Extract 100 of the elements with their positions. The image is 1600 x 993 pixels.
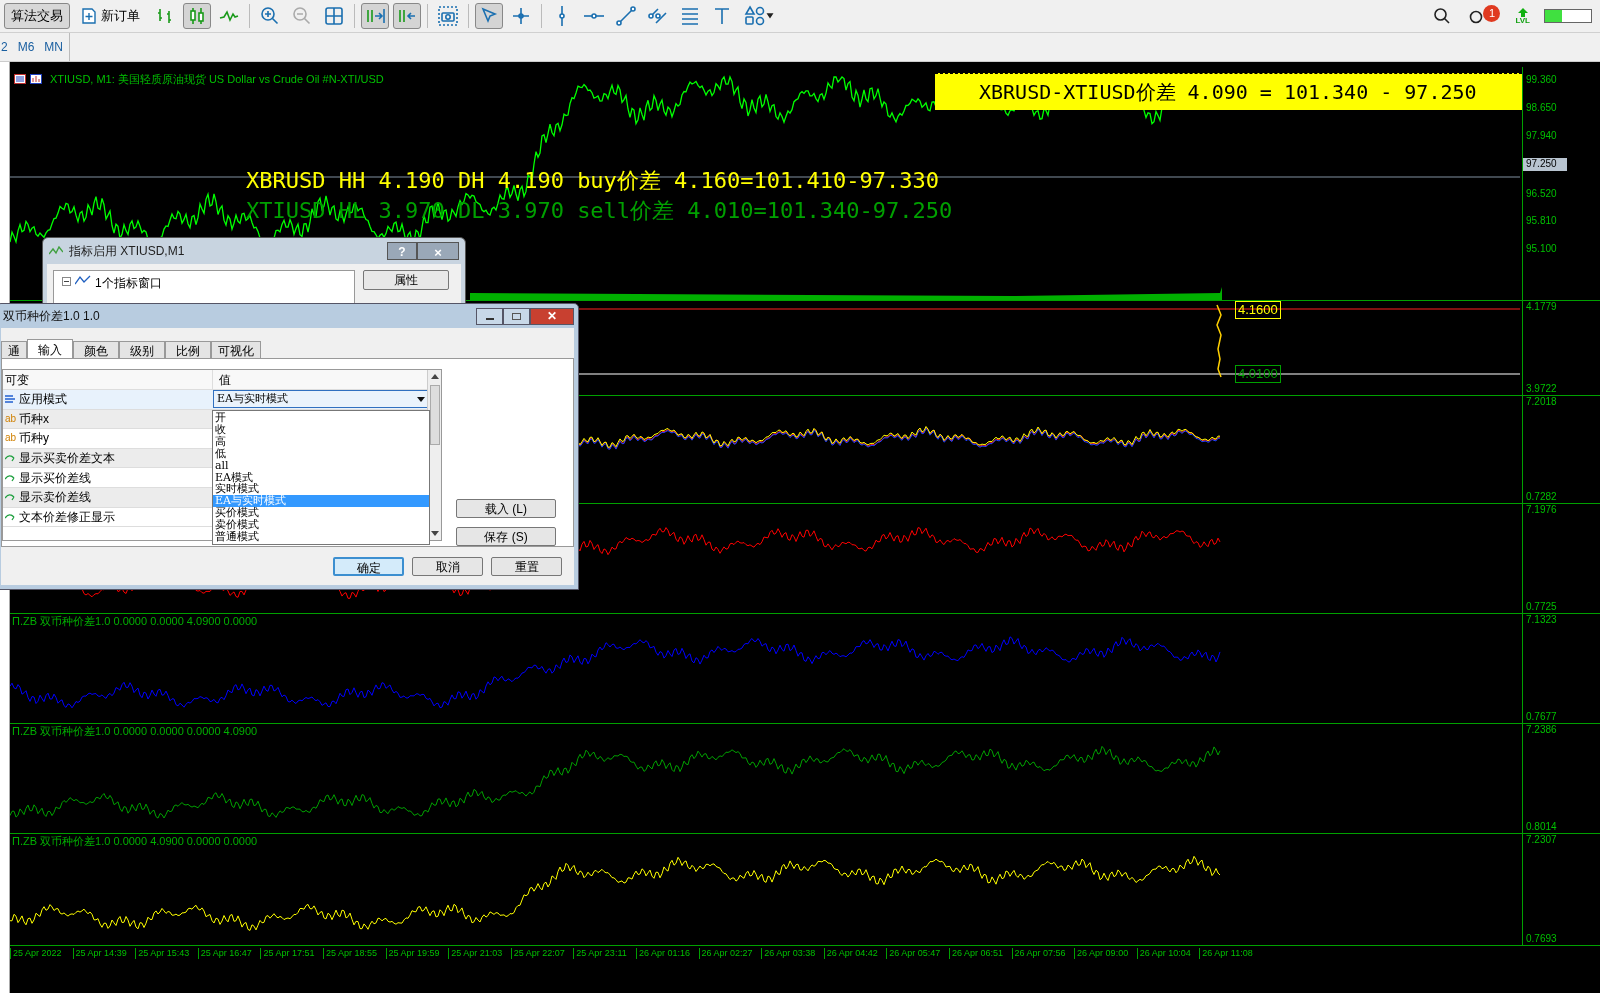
caret-icon (417, 396, 425, 402)
time-label: 26 Apr 11:08 (1199, 948, 1262, 960)
dropdown-option[interactable]: EA模式 (213, 471, 429, 484)
dropdown-option[interactable]: 卖价模式 (213, 519, 429, 532)
time-label: 26 Apr 07:56 (1011, 948, 1075, 960)
axis-label: 7.2307 (1526, 835, 1557, 845)
column-header: 可变 (3, 370, 213, 389)
close-button[interactable]: ✕ (530, 307, 574, 325)
indicator-icon (49, 246, 63, 256)
new-order-button[interactable]: 新订单 (74, 3, 147, 29)
vertical-line-icon (559, 6, 565, 26)
dialog-tab[interactable]: 颜色 (73, 341, 119, 358)
scrollbar-thumb[interactable] (429, 385, 440, 445)
chart-window-icon (30, 74, 42, 85)
notification-badge: 1 (1483, 5, 1501, 22)
chart-header: XTIUSD, M1: 美国轻质原油现货 US Dollar vs Crude Oil #N-XTI/USD (50, 72, 384, 87)
save-button[interactable]: 保存 (S) (456, 527, 556, 546)
dialog-tab[interactable]: 通 (1, 341, 27, 358)
dialog-tab[interactable]: 级别 (119, 341, 165, 358)
time-label: 25 Apr 22:07 (510, 948, 574, 960)
new-document-icon (81, 7, 97, 25)
dialog-button[interactable]: 取消 (412, 556, 483, 576)
arrow-icon (5, 472, 15, 483)
time-label: 26 Apr 04:42 (823, 948, 887, 960)
algo-trading-button[interactable]: 算法交易 (4, 3, 70, 29)
axis-label: 95.810 (1525, 216, 1558, 227)
dropdown-value: EA与实时模式 (217, 390, 288, 407)
timeframe-button[interactable]: M6 (17, 38, 35, 56)
minimize-button[interactable] (476, 307, 503, 325)
axis-label: 95.100 (1525, 244, 1558, 255)
value-dropdown[interactable]: EA与实时模式 (213, 390, 429, 408)
dropdown-option[interactable]: 开 (213, 412, 429, 424)
parameter-name: 币种y (19, 430, 49, 448)
time-label: 25 Apr 19:59 (385, 948, 449, 960)
crosshair-icon (510, 5, 532, 27)
time-label: 26 Apr 02:27 (698, 948, 762, 960)
dropdown-option[interactable]: 低 (213, 447, 429, 460)
parameter-name: 显示卖价差线 (19, 489, 91, 507)
parameter-name: 应用模式 (19, 391, 67, 409)
dialog-tab[interactable]: 比例 (165, 341, 211, 358)
buy-spread-label: 4.1600 (1235, 301, 1281, 320)
trend-line-icon (615, 5, 637, 27)
axis-label: 96.520 (1525, 188, 1558, 199)
zoom-out-icon (291, 5, 313, 27)
time-label: 25 Apr 2022 (10, 948, 73, 960)
axis-label: 0.7693 (1526, 934, 1557, 944)
time-label: 25 Apr 18:55 (322, 948, 386, 960)
chat-icon[interactable] (1469, 10, 1484, 24)
list-icon (5, 394, 15, 405)
dialog-button[interactable]: 重置 (491, 556, 562, 576)
scroll-up-icon[interactable] (430, 374, 439, 379)
zoom-in-icon (259, 5, 281, 27)
properties-button[interactable]: 属性 (363, 270, 449, 290)
time-label: 26 Apr 09:00 (1074, 948, 1137, 960)
dropdown-option[interactable]: 买价模式 (213, 507, 429, 520)
time-label: 26 Apr 10:04 (1136, 948, 1200, 960)
string-type-icon: ab (5, 433, 15, 444)
camera-icon (437, 5, 459, 27)
dialog-tab[interactable]: 可视化 (211, 341, 261, 358)
arrow-icon (5, 492, 15, 503)
axis-label: 0.8014 (1526, 822, 1557, 832)
dropdown-option[interactable]: 收 (213, 423, 429, 436)
axis-label: 7.2386 (1526, 725, 1557, 735)
dropdown-option[interactable]: 高 (213, 435, 429, 448)
lines-icon (679, 5, 701, 27)
dialog-tab[interactable]: 输入 (27, 339, 73, 359)
load-button[interactable]: 载入 (L) (456, 499, 556, 518)
timeframe-button[interactable]: 2 (1, 38, 8, 56)
indicator-label: Π.ZB 双币种价差1.0 0.0000 0.0000 0.0000 4.0900 (12, 726, 258, 737)
parameter-name: 显示买卖价差文本 (19, 450, 115, 468)
parameter-name: 文本价差修正显示 (19, 508, 115, 526)
time-label: 26 Apr 01:16 (635, 948, 699, 960)
toolbar-button[interactable] (475, 3, 503, 29)
axis-label: 99.360 (1525, 75, 1558, 85)
up-arrow-icon (1517, 7, 1528, 17)
dialog-button[interactable]: 确定 (333, 556, 404, 576)
dropdown-option[interactable]: 普通模式 (213, 531, 429, 543)
collapse-icon (62, 277, 71, 286)
time-label: 25 Apr 14:39 (72, 948, 136, 960)
timeframe-button[interactable]: MN (44, 38, 64, 56)
indicator-label: Π.ZB 双币种价差1.0 0.0000 0.0000 4.0900 0.0000 (12, 616, 258, 627)
toolbar-button[interactable] (393, 3, 421, 29)
maximize-button[interactable] (503, 307, 530, 325)
toolbar-button[interactable] (183, 3, 211, 29)
arrow-icon (5, 453, 15, 464)
dialog-title: 双币种价差1.0 1.0 (3, 308, 100, 325)
line-chart-icon (75, 274, 91, 286)
column-header: 值 (218, 372, 232, 389)
axis-label: 7.1323 (1526, 615, 1557, 625)
string-type-icon: ab (5, 413, 15, 424)
grid-icon (323, 5, 345, 27)
indicator-label: Π.ZB 双币种价差1.0 0.0000 4.0900 0.0000 0.0000 (12, 836, 258, 847)
tree-item[interactable]: 1个指标窗口 (95, 274, 162, 292)
dropdown-option[interactable]: 实时模式 (213, 483, 429, 496)
axis-label: 98.650 (1525, 102, 1558, 113)
time-label: 25 Apr 15:43 (135, 948, 198, 960)
search-icon[interactable] (1433, 7, 1452, 25)
dropdown-option[interactable]: all (213, 459, 429, 472)
toolbar-button[interactable] (361, 3, 389, 29)
scroll-down-icon[interactable] (430, 531, 439, 536)
